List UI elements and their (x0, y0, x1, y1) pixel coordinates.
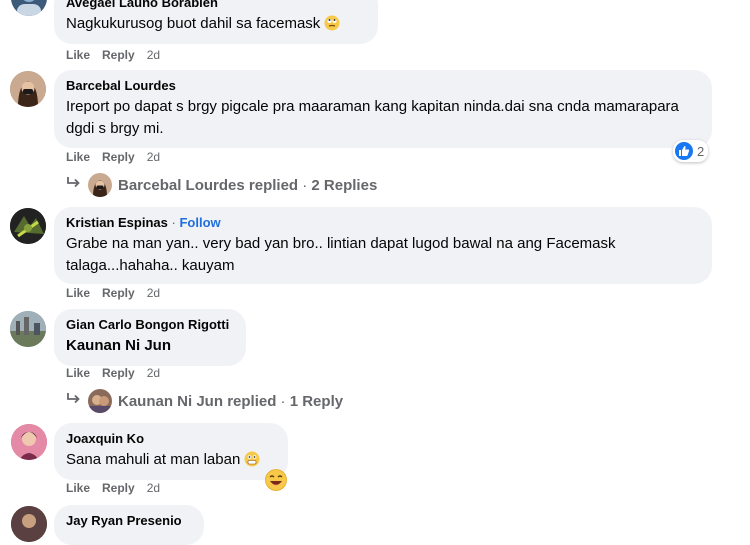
comment-text-content: Sana mahuli at man laban (66, 451, 241, 468)
comment-timestamp[interactable]: 2d (147, 150, 160, 164)
reply-button[interactable]: Reply (102, 366, 135, 380)
reply-arrow-icon (66, 391, 88, 411)
comment-text: Grabe na man yan.. very bad yan bro.. li… (66, 235, 616, 274)
reaction-count: 2 (697, 143, 705, 159)
comment-timestamp[interactable]: 2d (147, 48, 160, 62)
like-button[interactable]: Like (66, 366, 90, 380)
comment-author[interactable]: Joaxquin Ko (66, 431, 276, 447)
replied-label: replied (227, 392, 277, 410)
reply-separator: · (302, 176, 308, 194)
comment-text: Sana mahuli at man laban (66, 449, 276, 474)
comment-bubble: Avegael Lauño Borabien Nagkukurusog buot… (54, 0, 378, 44)
replier-avatar (88, 173, 112, 197)
comment-author[interactable]: Kristian Espinas (66, 215, 168, 230)
comment-timestamp[interactable]: 2d (147, 366, 160, 380)
avatar[interactable] (11, 0, 47, 16)
reply-count: 1 Reply (289, 392, 344, 410)
reply-button[interactable]: Reply (102, 150, 135, 164)
comment-header: Kristian Espinas · Follow (66, 215, 700, 231)
avatar[interactable] (11, 506, 47, 542)
comment-bubble: Kristian Espinas · Follow Grabe na man y… (54, 207, 712, 284)
avatar[interactable] (11, 424, 47, 460)
reply-button[interactable]: Reply (102, 481, 135, 495)
replied-label: replied (248, 176, 299, 194)
rolling-eyes-emoji-icon (324, 15, 340, 38)
view-replies-link[interactable]: Kaunan Ni Jun replied · 1 Reply (66, 389, 343, 413)
comment-text-content: Nagkukurusog buot dahil sa facemask (66, 15, 321, 32)
reply-button[interactable]: Reply (102, 48, 135, 62)
like-button[interactable]: Like (66, 150, 90, 164)
comment-actions: Like Reply 2d (66, 366, 160, 380)
comment-text: Kaunan Ni Jun (66, 337, 172, 354)
comment-author[interactable]: Gian Carlo Bongon Rigotti (66, 317, 234, 333)
reply-separator: · (280, 392, 286, 410)
comment-actions: Like Reply 2d (66, 481, 160, 495)
avatar[interactable] (10, 71, 46, 107)
comment-timestamp[interactable]: 2d (147, 481, 160, 495)
comment-author[interactable]: Jay Ryan Presenio (66, 513, 192, 529)
replier-name: Barcebal Lourdes (118, 176, 245, 194)
view-replies-link[interactable]: Barcebal Lourdes replied · 2 Replies (66, 173, 377, 197)
comment-timestamp[interactable]: 2d (147, 286, 160, 300)
like-button[interactable]: Like (66, 48, 90, 62)
comment-bubble: Barcebal Lourdes Ireport po dapat s brgy… (54, 70, 712, 148)
reaction-summary[interactable]: 2 (673, 140, 709, 162)
comment-author[interactable]: Barcebal Lourdes (66, 78, 700, 94)
comment-bubble: Gian Carlo Bongon Rigotti Kaunan Ni Jun (54, 309, 246, 366)
avatar[interactable] (10, 311, 46, 347)
reply-arrow-icon (66, 175, 88, 195)
comment-author[interactable]: Avegael Lauño Borabien (66, 0, 366, 11)
like-button[interactable]: Like (66, 286, 90, 300)
laughing-emoji-icon (265, 469, 287, 496)
comment-actions: Like Reply 2d (66, 150, 160, 164)
comment-text: Ireport po dapat s brgy pigcale pra maar… (66, 98, 679, 137)
header-separator: · (171, 215, 176, 230)
follow-button[interactable]: Follow (179, 215, 220, 230)
comment-bubble: Joaxquin Ko Sana mahuli at man laban (54, 423, 288, 480)
thumbs-up-icon (675, 142, 693, 160)
comment-text: Nagkukurusog buot dahil sa facemask (66, 13, 366, 38)
avatar[interactable] (10, 208, 46, 244)
comment-actions: Like Reply 2d (66, 286, 160, 300)
comment-actions: Like Reply 2d (66, 48, 160, 62)
reply-button[interactable]: Reply (102, 286, 135, 300)
grimace-emoji-icon (244, 451, 260, 474)
reply-count: 2 Replies (311, 176, 378, 194)
replier-avatar (88, 389, 112, 413)
comment-bubble: Jay Ryan Presenio (54, 505, 204, 545)
like-button[interactable]: Like (66, 481, 90, 495)
replier-name: Kaunan Ni Jun (118, 392, 224, 410)
